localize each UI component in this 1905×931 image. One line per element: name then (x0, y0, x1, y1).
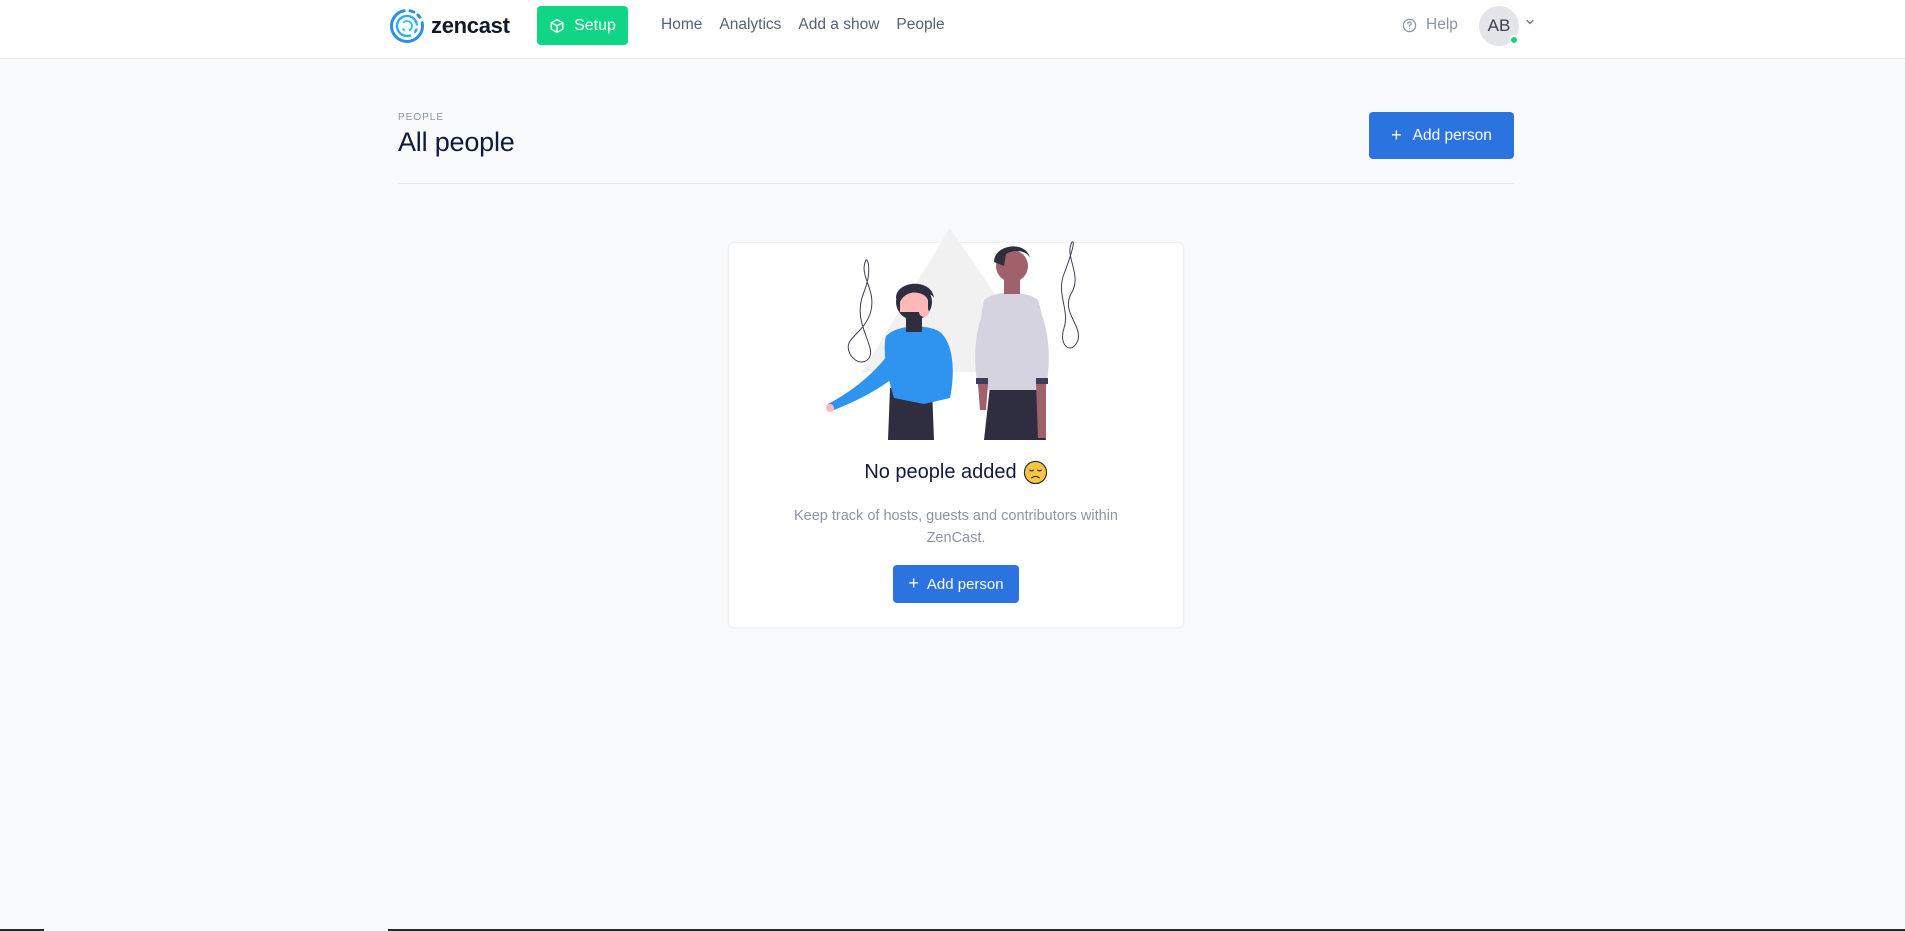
zencast-logo-icon (390, 9, 424, 43)
user-menu[interactable]: AB (1479, 6, 1535, 46)
plus-icon: + (1391, 124, 1402, 145)
avatar[interactable]: AB (1479, 6, 1519, 46)
nav-home[interactable]: Home (661, 16, 702, 34)
empty-state-title: No people added (728, 460, 1184, 485)
page-eyebrow: PEOPLE (398, 112, 445, 123)
question-circle-icon (1402, 18, 1417, 32)
header-divider (398, 183, 1514, 184)
brand-name: zencast (431, 13, 510, 38)
empty-state-title-text: No people added (864, 461, 1017, 483)
main-nav: Home Analytics Add a show People (661, 16, 945, 34)
box-icon (550, 18, 564, 33)
empty-state-add-person-button[interactable]: + Add person (893, 565, 1019, 603)
setup-button[interactable]: Setup (537, 6, 628, 45)
two-people-illustration (826, 228, 1079, 440)
empty-state-description: Keep track of hosts, guests and contribu… (793, 508, 1118, 546)
chevron-down-icon[interactable] (1525, 17, 1535, 27)
empty-state-add-person-label: Add person (926, 575, 1004, 593)
avatar-initials: AB (1487, 16, 1511, 35)
nav-analytics[interactable]: Analytics (719, 16, 781, 34)
help-label: Help (1426, 16, 1458, 33)
nav-add-a-show[interactable]: Add a show (798, 16, 879, 34)
page-title: All people (398, 127, 515, 157)
brand-logo-link[interactable]: zencast (389, 9, 510, 43)
add-person-button[interactable]: + Add person (1369, 112, 1514, 159)
setup-label: Setup (574, 16, 616, 34)
top-navigation: zencast Setup Home Analytics Add a show … (0, 0, 1905, 59)
plus-icon: + (908, 573, 919, 593)
help-link[interactable]: Help (1402, 16, 1458, 34)
disappointed-face-icon (1023, 460, 1047, 485)
online-status-dot (1509, 35, 1519, 45)
nav-people[interactable]: People (896, 16, 944, 34)
add-person-label: Add person (1412, 126, 1492, 144)
